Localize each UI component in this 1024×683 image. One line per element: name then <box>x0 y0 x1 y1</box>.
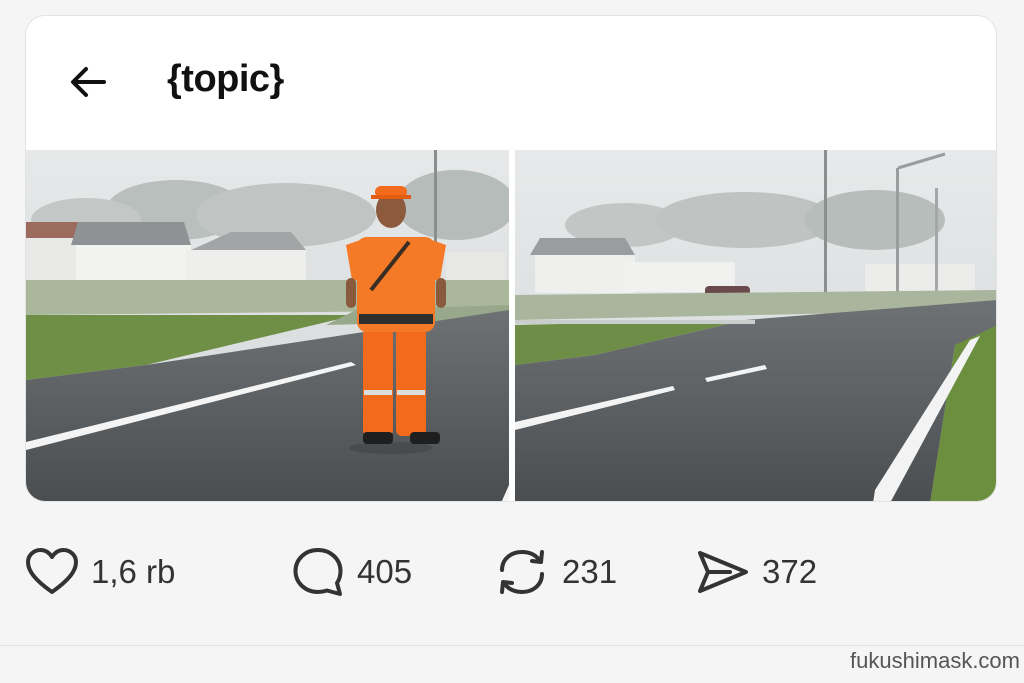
send-icon <box>698 551 748 593</box>
heart-icon <box>26 548 78 594</box>
post-actions: 1,6 rb 405 231 372 <box>0 540 1024 604</box>
photo-empty-road[interactable] <box>515 150 996 501</box>
like-count: 1,6 rb <box>91 553 176 590</box>
arrow-left-icon <box>71 67 106 97</box>
watermark: fukushimask.com <box>850 648 1020 673</box>
post-card: {topic} <box>25 15 997 502</box>
post-header: {topic} <box>26 16 996 150</box>
reply-button[interactable]: 405 <box>291 540 412 604</box>
back-button[interactable] <box>64 58 112 106</box>
photo-worker[interactable] <box>26 150 509 501</box>
repost-button[interactable]: 231 <box>494 540 617 604</box>
like-button[interactable]: 1,6 rb <box>25 540 175 604</box>
share-button[interactable]: 372 <box>696 540 817 604</box>
repost-icon <box>500 549 544 595</box>
divider <box>0 645 1024 646</box>
reply-count: 405 <box>357 553 413 590</box>
comment-icon <box>293 548 343 596</box>
page-title: {topic} <box>167 58 284 100</box>
share-count: 372 <box>762 553 818 590</box>
repost-count: 231 <box>562 553 618 590</box>
post-media <box>26 150 996 501</box>
page: {topic} 1,6 rb 405 231 372 fukushimask.c… <box>0 0 1024 683</box>
